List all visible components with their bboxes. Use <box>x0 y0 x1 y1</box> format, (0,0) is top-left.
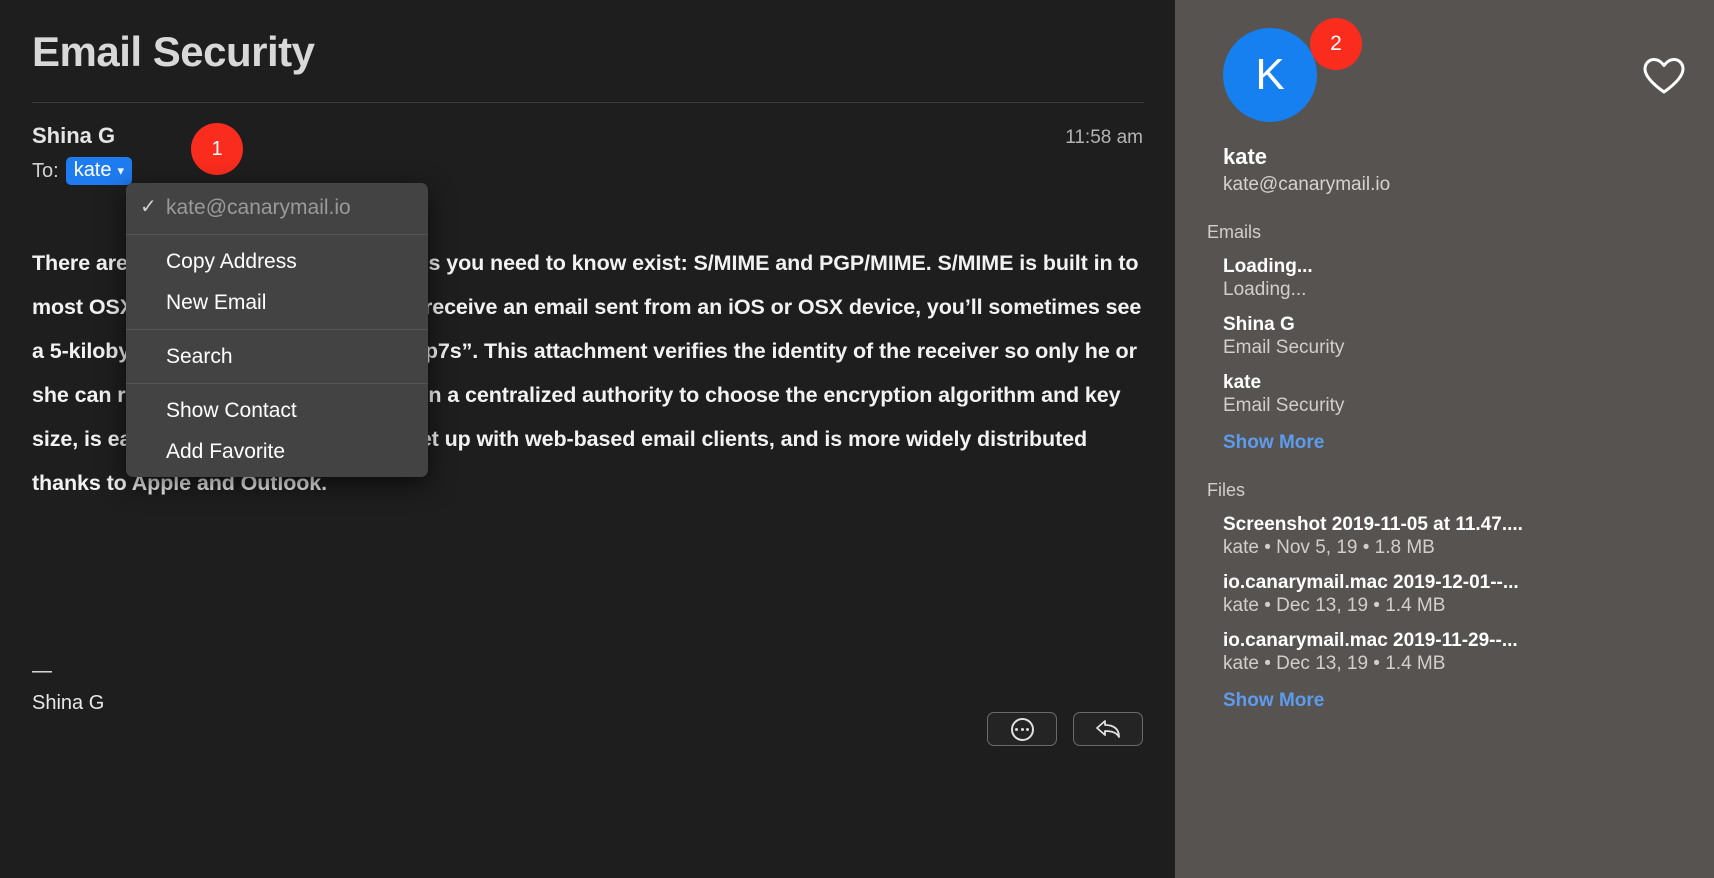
file-item-meta: kate • Dec 13, 19 • 1.4 MB <box>1223 653 1446 674</box>
email-item-subtitle: Loading... <box>1223 279 1307 300</box>
heart-icon <box>1643 58 1685 94</box>
favorite-heart-button[interactable] <box>1642 56 1686 101</box>
menu-item-kate-address[interactable]: ✓ kate@canarymail.io <box>126 187 428 228</box>
more-options-button[interactable] <box>987 712 1057 746</box>
sender-name: Shina G <box>32 123 116 148</box>
email-list-item[interactable]: kate Email Security <box>1223 372 1698 417</box>
signature-name: Shina G <box>32 692 105 714</box>
page-title: Email Security <box>32 28 315 75</box>
recipient-token-label: kate <box>73 159 112 181</box>
contact-sidebar: K kate kate@canarymail.io Emails Loading… <box>1175 0 1714 878</box>
annotation-badge-2: 2 <box>1310 18 1362 70</box>
header-divider <box>32 102 1144 103</box>
email-item-title: Loading... <box>1223 256 1313 277</box>
message-pane: Email Security Shina G To: kate ▾ 11:58 … <box>0 0 1175 878</box>
signature-dash: — <box>32 660 52 682</box>
files-show-more-link[interactable]: Show More <box>1223 690 1698 712</box>
menu-item-label: New Email <box>166 291 267 314</box>
chevron-down-icon: ▾ <box>117 162 125 178</box>
sidebar-sections: Emails Loading... Loading... Shina G Ema… <box>1191 222 1698 712</box>
file-item-meta: kate • Dec 13, 19 • 1.4 MB <box>1223 595 1446 616</box>
recipient-context-menu[interactable]: ✓ kate@canarymail.io Copy Address New Em… <box>126 183 428 477</box>
menu-item-label: Add Favorite <box>166 440 286 463</box>
more-dots-icon <box>1010 717 1034 741</box>
contact-email: kate@canarymail.io <box>1223 174 1391 195</box>
annotation-badge-1: 1 <box>191 123 243 175</box>
email-item-subtitle: Email Security <box>1223 337 1345 358</box>
menu-separator <box>126 329 428 330</box>
menu-item-label: kate@canarymail.io <box>166 196 351 219</box>
menu-separator <box>126 234 428 235</box>
sender-block: Shina G To: kate ▾ <box>32 123 1065 185</box>
file-list-item[interactable]: io.canarymail.mac 2019-11-29--... kate •… <box>1223 630 1698 675</box>
menu-item-label: Copy Address <box>166 250 297 273</box>
to-label: To: <box>32 159 59 182</box>
file-item-title: io.canarymail.mac 2019-11-29--... <box>1223 630 1518 651</box>
contact-name: kate <box>1223 144 1268 169</box>
menu-item-label: Show Contact <box>166 399 297 422</box>
file-list-item[interactable]: io.canarymail.mac 2019-12-01--... kate •… <box>1223 572 1698 617</box>
recipient-token-kate[interactable]: kate ▾ <box>65 157 133 185</box>
menu-item-search[interactable]: Search <box>126 336 428 377</box>
message-timestamp: 11:58 am <box>1065 127 1143 148</box>
emails-show-more-link[interactable]: Show More <box>1223 432 1698 454</box>
checkmark-icon: ✓ <box>140 196 157 218</box>
menu-item-add-favorite[interactable]: Add Favorite <box>126 431 428 472</box>
file-item-meta: kate • Nov 5, 19 • 1.8 MB <box>1223 537 1435 558</box>
mail-window: Email Security Shina G To: kate ▾ 11:58 … <box>0 0 1714 878</box>
recipients-row: To: kate ▾ <box>32 157 1065 185</box>
avatar: K <box>1223 28 1317 122</box>
emails-section-label: Emails <box>1207 222 1262 242</box>
message-action-bar <box>987 712 1143 746</box>
file-item-title: io.canarymail.mac 2019-12-01--... <box>1223 572 1519 593</box>
email-list-item[interactable]: Shina G Email Security <box>1223 314 1698 359</box>
menu-item-new-email[interactable]: New Email <box>126 282 428 323</box>
reply-arrow-icon <box>1096 720 1120 738</box>
email-item-title: Shina G <box>1223 314 1295 335</box>
contact-header: K <box>1191 0 1698 122</box>
files-section-label: Files <box>1207 480 1246 500</box>
email-item-title: kate <box>1223 372 1262 393</box>
signature: — Shina G <box>32 655 104 719</box>
email-item-subtitle: Email Security <box>1223 395 1345 416</box>
reply-button[interactable] <box>1073 712 1143 746</box>
file-item-title: Screenshot 2019-11-05 at 11.47.... <box>1223 514 1523 535</box>
file-list-item[interactable]: Screenshot 2019-11-05 at 11.47.... kate … <box>1223 514 1698 559</box>
menu-item-label: Search <box>166 345 233 368</box>
email-list-item[interactable]: Loading... Loading... <box>1223 256 1698 301</box>
menu-separator <box>126 383 428 384</box>
menu-item-show-contact[interactable]: Show Contact <box>126 390 428 431</box>
menu-item-copy-address[interactable]: Copy Address <box>126 241 428 282</box>
